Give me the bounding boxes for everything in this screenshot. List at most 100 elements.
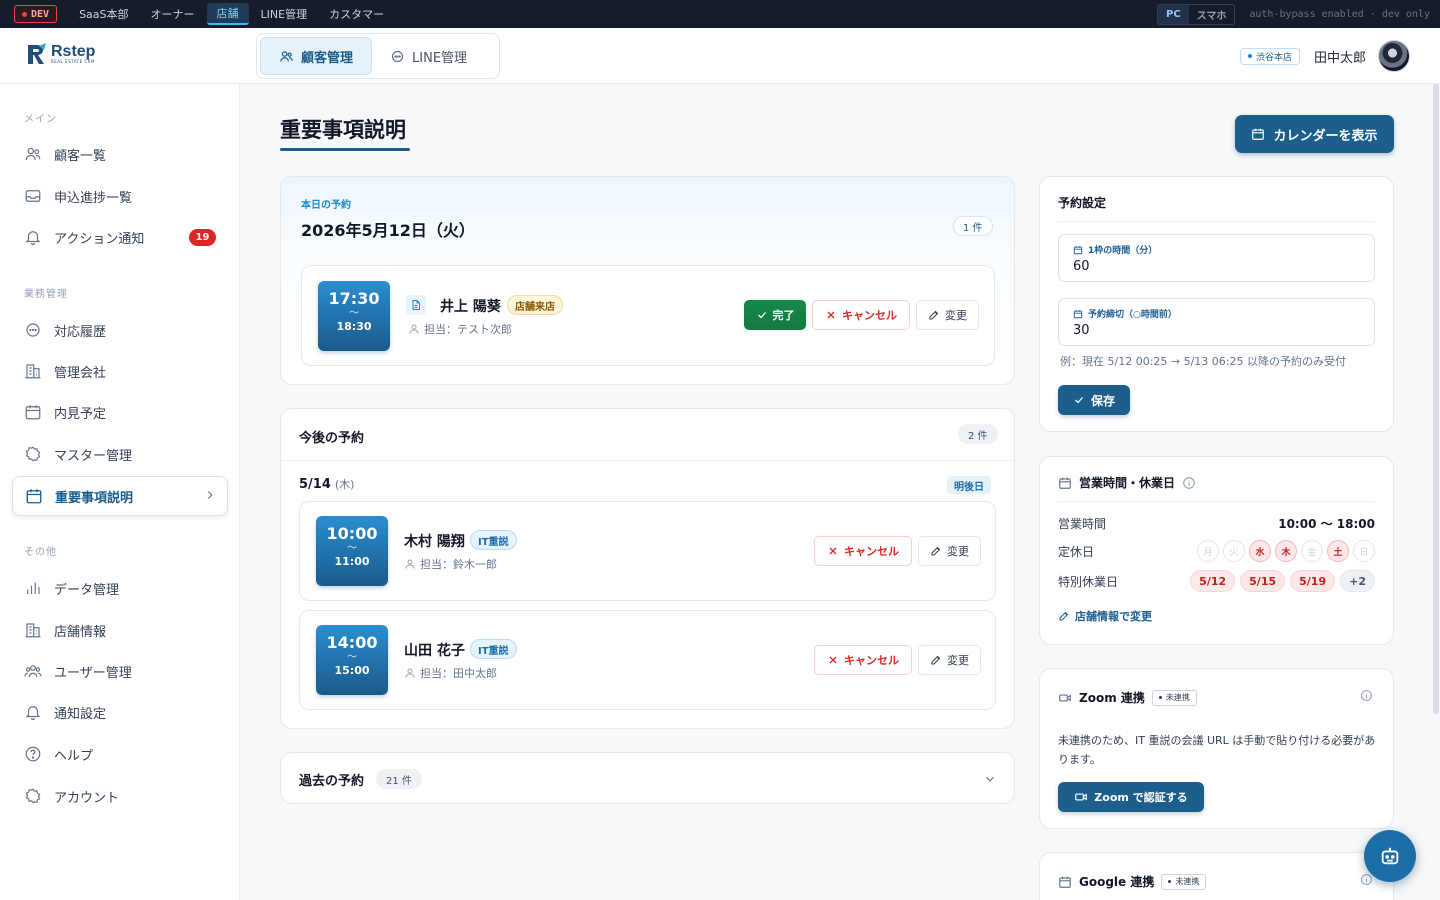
- weekday-thu: 木: [1275, 540, 1297, 562]
- dev-nav-customer[interactable]: カスタマー: [319, 3, 394, 25]
- dev-role-nav: SaaS本部 オーナー 店舗 LINE管理 カスタマー: [69, 3, 394, 25]
- info-icon[interactable]: [1360, 689, 1373, 702]
- check-icon: [757, 312, 766, 319]
- time-separator: 〜: [347, 652, 357, 663]
- relative-date-badge: 明後日: [947, 476, 991, 494]
- deadline-field[interactable]: 予約締切（○時間前） 30: [1058, 298, 1375, 346]
- edit-button[interactable]: 変更: [916, 300, 979, 330]
- dev-nav-line[interactable]: LINE管理: [251, 3, 318, 25]
- app-logo[interactable]: Rstep REAL ESTATE CRM: [26, 42, 95, 66]
- slot-duration-value[interactable]: 60: [1073, 259, 1090, 274]
- edit-label: 変更: [945, 309, 967, 322]
- sidebar-item-applications[interactable]: 申込進捗一覧: [12, 176, 228, 216]
- sidebar-item-account[interactable]: アカウント: [12, 776, 228, 816]
- cancel-button[interactable]: キャンセル: [814, 536, 912, 566]
- zoom-auth-button[interactable]: Zoom で認証する: [1058, 782, 1204, 812]
- cancel-button[interactable]: キャンセル: [814, 645, 912, 675]
- sidebar-item-notifications[interactable]: アクション通知 19: [12, 217, 228, 257]
- tab-customer-management[interactable]: 顧客管理: [260, 37, 373, 75]
- special-day-more-chip[interactable]: +2: [1340, 570, 1375, 592]
- sidebar-item-notify-settings[interactable]: 通知設定: [12, 692, 228, 732]
- divider: [1058, 501, 1375, 502]
- sidebar-item-label: 管理会社: [54, 365, 107, 381]
- edit-icon: [929, 310, 939, 320]
- sidebar-item-customers[interactable]: 顧客一覧: [12, 134, 228, 174]
- view-sp-button[interactable]: スマホ: [1189, 5, 1235, 24]
- store-badge[interactable]: 渋谷本店: [1239, 47, 1300, 65]
- scrollbar[interactable]: [1433, 84, 1439, 714]
- reservation-card[interactable]: 10:00 〜 11:00 木村 陽翔 IT重説 担当：鈴木一郎 キャンセル 変…: [299, 501, 996, 601]
- sidebar-item-users[interactable]: ユーザー管理: [12, 651, 228, 691]
- cancel-label: キャンセル: [844, 654, 899, 667]
- inbox-icon: [25, 190, 41, 202]
- help-icon: [25, 746, 41, 762]
- customer-name[interactable]: 木村 陽翔: [404, 531, 465, 551]
- info-icon[interactable]: [1182, 476, 1196, 490]
- slot-duration-label: 1枠の時間（分）: [1088, 246, 1158, 256]
- view-pc-button[interactable]: PC: [1158, 5, 1189, 24]
- customer-name[interactable]: 山田 花子: [404, 640, 465, 660]
- info-icon[interactable]: [1360, 873, 1373, 886]
- avatar[interactable]: [1378, 40, 1410, 72]
- settings-title: 予約設定: [1058, 196, 1107, 210]
- customer-name[interactable]: 井上 陽葵: [440, 296, 501, 316]
- sidebar-item-management-company[interactable]: 管理会社: [12, 351, 228, 391]
- edit-button[interactable]: 変更: [918, 536, 981, 566]
- calendar-icon: [1059, 876, 1071, 888]
- edit-button[interactable]: 変更: [918, 645, 981, 675]
- building-icon: [25, 623, 41, 638]
- bell-icon: [25, 231, 41, 246]
- edit-icon: [931, 655, 941, 665]
- calendar-icon: [25, 405, 41, 420]
- sidebar-item-master[interactable]: マスター管理: [12, 434, 228, 474]
- complete-label: 完了: [772, 309, 795, 322]
- slot-duration-field[interactable]: 1枠の時間（分） 60: [1058, 234, 1375, 282]
- tab-line-management[interactable]: LINE管理: [372, 37, 485, 75]
- show-calendar-button[interactable]: カレンダーを表示: [1235, 115, 1394, 153]
- end-time: 15:00: [334, 664, 370, 677]
- dev-nav-store[interactable]: 店舗: [206, 3, 249, 25]
- complete-button[interactable]: 完了: [744, 300, 806, 330]
- tab-line-label: LINE管理: [412, 50, 468, 66]
- cancel-button[interactable]: キャンセル: [812, 300, 910, 330]
- staff-assignee: 担当：鈴木一郎: [404, 556, 497, 572]
- sidebar-item-history[interactable]: 対応履歴: [12, 310, 228, 350]
- save-button[interactable]: 保存: [1058, 385, 1130, 415]
- dev-toolbar: DEV SaaS本部 オーナー 店舗 LINE管理 カスタマー PC スマホ a…: [0, 0, 1440, 28]
- bar-chart-icon: [27, 582, 40, 594]
- sidebar-item-important-matters[interactable]: 重要事項説明: [12, 476, 228, 516]
- dev-nav-owner[interactable]: オーナー: [141, 3, 205, 25]
- sidebar-item-label: 申込進捗一覧: [54, 190, 133, 206]
- sidebar-section-business: 業務管理: [24, 289, 68, 300]
- edit-store-info-link[interactable]: 店舗情報で変更: [1058, 608, 1152, 624]
- store-dot-icon: [1247, 54, 1252, 58]
- past-reservations-card[interactable]: 過去の予約 21 件: [280, 752, 1015, 804]
- sidebar-item-store-info[interactable]: 店舗情報: [12, 610, 228, 650]
- time-box: 10:00 〜 11:00: [316, 516, 388, 586]
- user-name[interactable]: 田中太郎: [1314, 47, 1366, 66]
- upcoming-reservations-card: 今後の予約 2 件 5/14 (木) 明後日 10:00 〜 11:00 木村 陽…: [280, 408, 1015, 729]
- today-count-badge: 1 件: [953, 216, 993, 236]
- chevron-down-icon[interactable]: [983, 772, 997, 786]
- sidebar-item-label: 内見予定: [54, 406, 107, 422]
- sidebar-item-label: 対応履歴: [54, 324, 107, 340]
- special-day-chip: 5/19: [1290, 570, 1336, 592]
- edit-store-info-label: 店舗情報で変更: [1075, 610, 1152, 623]
- calendar-icon: [1073, 245, 1083, 254]
- sidebar-item-data[interactable]: データ管理: [12, 568, 228, 608]
- reservation-card[interactable]: 17:30 〜 18:30 井上 陽葵 店舗来店 担当：テスト次郎 完了 キャン…: [301, 265, 995, 366]
- start-time: 17:30: [328, 289, 380, 308]
- sidebar-item-help[interactable]: ヘルプ: [12, 734, 228, 774]
- upcoming-title: 今後の予約: [299, 431, 365, 446]
- env-badge: DEV: [14, 5, 58, 23]
- staff-label: 担当：鈴木一郎: [420, 558, 497, 571]
- time-separator: 〜: [347, 543, 357, 554]
- deadline-value[interactable]: 30: [1073, 323, 1090, 338]
- zoom-description: 未連携のため、IT 重説の会議 URL は手動で貼り付ける必要があります。: [1058, 734, 1376, 766]
- reservation-card[interactable]: 14:00 〜 15:00 山田 花子 IT重説 担当：田中太郎 キャンセル 変…: [299, 610, 996, 710]
- dev-nav-saas[interactable]: SaaS本部: [69, 3, 138, 25]
- staff-label: 担当：田中太郎: [420, 667, 497, 680]
- edit-icon: [1059, 611, 1069, 621]
- sidebar-item-viewings[interactable]: 内見予定: [12, 392, 228, 432]
- chatbot-button[interactable]: [1364, 830, 1416, 882]
